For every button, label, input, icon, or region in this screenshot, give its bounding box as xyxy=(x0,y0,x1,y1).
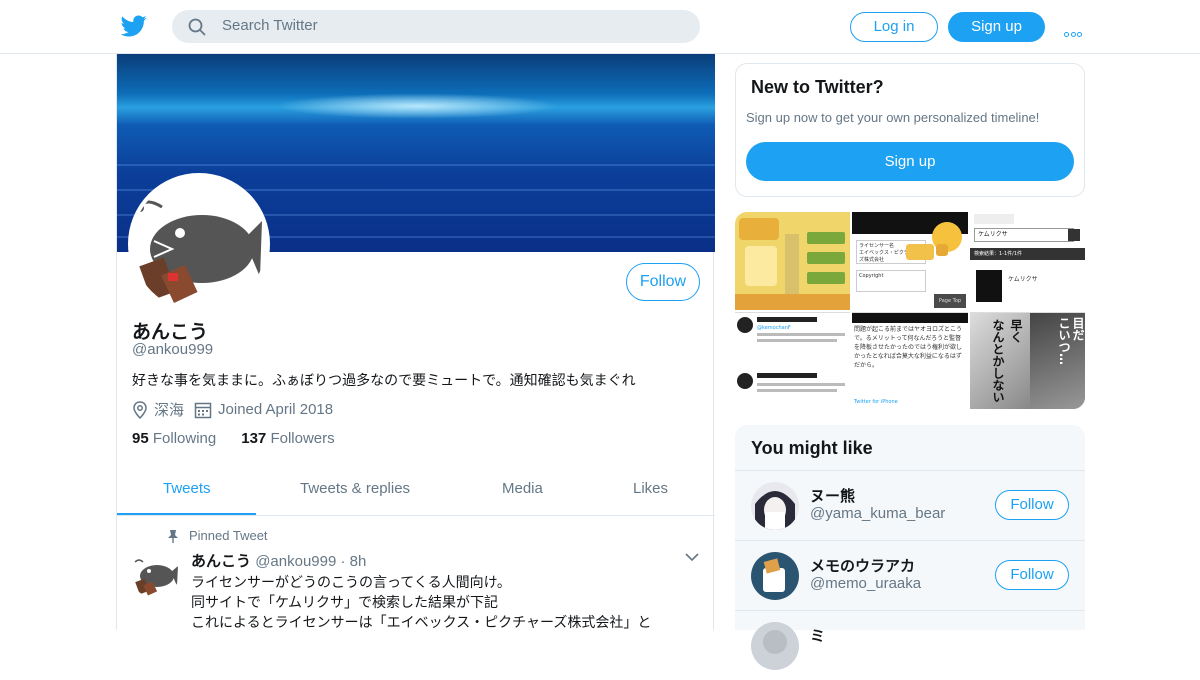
profile-name: あんこう xyxy=(132,321,209,343)
tweet-text-line: ライセンサーがどうのこうの言ってくる人間向け。 xyxy=(191,575,511,591)
profile-tabs: Tweets Tweets & replies Media Likes xyxy=(117,464,715,516)
suggestion-avatar[interactable] xyxy=(751,482,799,530)
pinned-indicator: Pinned Tweet xyxy=(167,528,268,543)
suggestion-name: ミ xyxy=(810,627,826,645)
tweet-time[interactable]: 8h xyxy=(350,553,367,570)
tweet-text-line: 同サイトで「ケムリクサ」で検索した結果が下記 xyxy=(191,595,499,611)
suggestion-row[interactable]: ミ xyxy=(735,610,1085,680)
suggestion-follow-button[interactable]: Follow xyxy=(995,490,1069,520)
user-avatar-icon xyxy=(751,552,799,600)
search-placeholder: Search Twitter xyxy=(222,17,318,34)
following-link[interactable]: 95 Following xyxy=(132,430,216,447)
search-field[interactable]: Search Twitter xyxy=(172,10,700,43)
media-grid: ライセンサー名 エイベックス・ピクチャーズ株式会社 Copyright Page… xyxy=(735,212,1085,409)
calendar-icon xyxy=(194,402,212,418)
suggestion-follow-button[interactable]: Follow xyxy=(995,560,1069,590)
media-thumb[interactable]: @kemochanF xyxy=(735,312,850,409)
user-avatar-icon xyxy=(751,482,799,530)
profile-avatar[interactable] xyxy=(128,173,270,315)
followers-label: Followers xyxy=(270,430,335,447)
media-thumb[interactable]: 早く なんとかしない こいつ… 目だ xyxy=(970,312,1085,409)
tab-likes[interactable]: Likes xyxy=(633,480,668,497)
manga-text-4: 目だ xyxy=(1071,317,1085,341)
top-navigation-bar: Search Twitter Log in Sign up xyxy=(0,0,1200,54)
copyright-label: Copyright xyxy=(859,273,884,279)
new-to-twitter-title: New to Twitter? xyxy=(751,77,884,97)
tab-media[interactable]: Media xyxy=(502,480,543,497)
media-thumb[interactable]: ケムリクサ 検索結果：1-1件/1件 ケムリクサ xyxy=(970,212,1085,310)
followers-count: 137 xyxy=(241,430,267,447)
media-thumb[interactable]: 問題が起こる前まではヤオヨロズとこうで。るメリットって何なんだろうと監督を降板さ… xyxy=(852,312,968,409)
result-title: ケムリクサ xyxy=(1008,276,1038,283)
anglerfish-icon xyxy=(131,550,179,598)
tab-tweets[interactable]: Tweets xyxy=(163,480,211,497)
suggestion-row[interactable]: ヌー熊 @yama_kuma_bear Follow xyxy=(735,470,1085,540)
more-dots-icon[interactable] xyxy=(1064,22,1086,37)
login-button[interactable]: Log in xyxy=(850,12,938,42)
manga-text-1: 早く xyxy=(1009,319,1023,343)
tweet-separator: · xyxy=(340,553,346,570)
followers-link[interactable]: 137 Followers xyxy=(241,430,334,447)
search-icon xyxy=(188,18,206,36)
results-label: 検索結果：1-1件/1件 xyxy=(970,248,1085,260)
licensor-label: ライセンサー名 xyxy=(859,243,895,249)
chevron-down-icon[interactable] xyxy=(685,552,699,562)
pinned-label: Pinned Tweet xyxy=(189,528,268,543)
reply-handle: @kemochanF xyxy=(757,325,791,331)
search-term-text: ケムリクサ xyxy=(974,228,1074,242)
media-thumb[interactable] xyxy=(735,212,850,310)
suggestion-handle: @memo_uraaka xyxy=(810,575,922,592)
suggestion-handle: @yama_kuma_bear xyxy=(810,505,946,522)
suggestion-avatar[interactable] xyxy=(751,552,799,600)
anglerfish-icon xyxy=(132,177,266,311)
tweet-text-line: これによるとライセンサーは「エイベックス・ピクチャーズ株式会社」と xyxy=(191,615,652,631)
you-might-like-title: You might like xyxy=(751,438,873,458)
twitter-bird-icon[interactable] xyxy=(120,13,148,39)
tab-tweets-replies[interactable]: Tweets & replies xyxy=(300,480,410,497)
active-tab-indicator xyxy=(117,513,256,515)
following-label: Following xyxy=(152,430,217,447)
suggestion-row[interactable]: メモのウラアカ @memo_uraaka Follow xyxy=(735,540,1085,610)
following-count: 95 xyxy=(132,430,149,447)
profile-joined: Joined April 2018 xyxy=(218,401,334,418)
profile-location: 深海 xyxy=(154,402,185,419)
via-iphone-label: Twitter for iPhone xyxy=(854,399,898,405)
suggestion-avatar[interactable] xyxy=(751,622,799,670)
sidebar-signup-button[interactable]: Sign up xyxy=(746,142,1074,181)
media-tweet-text: 問題が起こる前まではヤオヨロズとこうで。るメリットって何なんだろうと監督を降板さ… xyxy=(854,326,963,369)
you-might-like-panel: You might like ヌー熊 @yama_kuma_bear Follo… xyxy=(735,425,1085,670)
new-to-twitter-card: New to Twitter? Sign up now to get your … xyxy=(735,63,1085,197)
media-thumb[interactable]: ライセンサー名 エイベックス・ピクチャーズ株式会社 Copyright Page… xyxy=(852,212,968,310)
tweet-avatar[interactable] xyxy=(131,550,179,598)
profile-counts: 95 Following 137 Followers xyxy=(132,430,335,447)
tweet-author-name[interactable]: あんこう xyxy=(191,553,251,570)
tweet-author-handle[interactable]: @ankou999 xyxy=(255,553,336,570)
profile-handle[interactable]: @ankou999 xyxy=(132,341,213,358)
page-top-label: Page Top xyxy=(934,294,966,308)
profile-meta: 深海 Joined April 2018 xyxy=(132,399,333,420)
user-avatar-icon xyxy=(751,622,799,670)
profile-bio: 好きな事を気ままに。ふぁぼりつ過多なので要ミュートで。通知確認も気まぐれ xyxy=(132,373,636,389)
location-icon xyxy=(133,400,147,419)
tweet-header: あんこう @ankou999 · 8h xyxy=(191,550,366,571)
suggestion-name: メモのウラアカ xyxy=(810,557,916,575)
suggestion-name: ヌー熊 xyxy=(810,487,856,505)
new-to-twitter-subtitle: Sign up now to get your own personalized… xyxy=(746,110,1040,125)
follow-button[interactable]: Follow xyxy=(626,263,700,301)
manga-text-2: なんとかしない xyxy=(991,319,1005,403)
profile-column: Follow あんこう @ankou999 好きな事を気ままに。ふぁぼりつ過多な… xyxy=(116,54,715,631)
pin-icon xyxy=(168,529,178,543)
signup-button[interactable]: Sign up xyxy=(948,12,1045,42)
